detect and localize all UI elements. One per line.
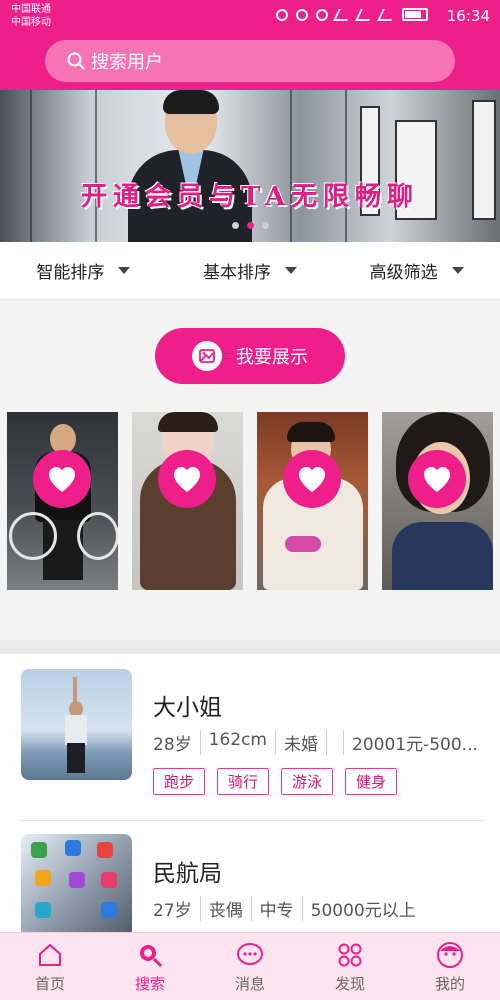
user-income: 20001元-500... bbox=[343, 730, 483, 755]
heart-icon bbox=[299, 467, 325, 492]
tab-label: 我的 bbox=[434, 975, 465, 993]
heart-icon bbox=[424, 467, 450, 492]
user-meta: 28岁 162cm 未婚 20001元-500... bbox=[153, 730, 483, 755]
status-icons bbox=[276, 8, 428, 21]
showcase-section: 我要展示 bbox=[0, 300, 500, 640]
chevron-down-icon bbox=[451, 267, 464, 274]
filter-advanced[interactable]: 高级筛选 bbox=[333, 242, 500, 299]
filter-bar: 智能排序 基本排序 高级筛选 bbox=[0, 242, 500, 300]
tag: 游泳 bbox=[281, 768, 334, 795]
search-icon bbox=[67, 52, 85, 70]
tab-messages[interactable]: 消息 bbox=[200, 933, 300, 1000]
wifi-icon bbox=[333, 8, 353, 21]
signal-4g-icon bbox=[377, 8, 397, 21]
chevron-down-icon bbox=[285, 267, 297, 274]
filter-label: 智能排序 bbox=[36, 263, 105, 283]
status-bar: 中国联通 中国移动 16:34 bbox=[0, 0, 500, 34]
user-tags: 跑步 骑行 游泳 健身 bbox=[153, 768, 398, 795]
carrier-name-1: 中国联通 bbox=[11, 4, 51, 15]
user-name: 大小姐 bbox=[153, 695, 222, 721]
eye-icon bbox=[316, 8, 328, 21]
user-avatar bbox=[21, 669, 132, 780]
vibrate-icon bbox=[276, 8, 288, 21]
profile-icon bbox=[436, 941, 464, 969]
user-education: 中专 bbox=[250, 896, 302, 921]
carrier-name-2: 中国移动 bbox=[11, 17, 51, 28]
tab-home[interactable]: 首页 bbox=[0, 933, 100, 1000]
list-item[interactable]: 大小姐 28岁 162cm 未婚 20001元-500... 跑步 骑行 游泳 … bbox=[0, 654, 500, 824]
promo-banner[interactable] bbox=[0, 90, 500, 242]
section-divider bbox=[0, 640, 500, 654]
user-height: 162cm bbox=[199, 730, 275, 755]
user-name: 民航局 bbox=[153, 861, 222, 887]
show-button-label: 我要展示 bbox=[236, 347, 308, 368]
tab-label: 消息 bbox=[234, 975, 265, 993]
heart-icon bbox=[174, 467, 200, 492]
user-meta: 27岁 丧偶 中专 50000元以上 bbox=[153, 896, 483, 921]
like-button[interactable] bbox=[283, 450, 341, 508]
search-input[interactable]: 搜索用户 bbox=[45, 40, 455, 82]
user-extra bbox=[326, 730, 343, 755]
filter-label: 高级筛选 bbox=[369, 263, 438, 283]
clock: 16:34 bbox=[446, 7, 490, 25]
user-list: 大小姐 28岁 162cm 未婚 20001元-500... 跑步 骑行 游泳 … bbox=[0, 654, 500, 932]
alarm-icon bbox=[296, 8, 308, 21]
user-income: 50000元以上 bbox=[301, 896, 424, 921]
like-button[interactable] bbox=[408, 450, 466, 508]
signal-icon bbox=[355, 8, 375, 21]
banner-pagination bbox=[232, 222, 269, 229]
user-age: 27岁 bbox=[153, 901, 192, 921]
battery-icon bbox=[402, 8, 428, 21]
tab-label: 搜索 bbox=[134, 975, 165, 993]
like-button[interactable] bbox=[33, 450, 91, 508]
tag: 健身 bbox=[345, 768, 398, 795]
list-item[interactable]: 民航局 27岁 丧偶 中专 50000元以上 bbox=[0, 820, 500, 932]
filter-label: 基本排序 bbox=[203, 263, 271, 283]
tab-profile[interactable]: 我的 bbox=[400, 933, 500, 1000]
filter-basic-sort[interactable]: 基本排序 bbox=[167, 242, 334, 299]
filter-smart-sort[interactable]: 智能排序 bbox=[0, 242, 167, 299]
search-icon bbox=[136, 941, 164, 969]
tab-label: 发现 bbox=[334, 975, 365, 993]
show-myself-button[interactable]: 我要展示 bbox=[155, 328, 345, 384]
heart-icon bbox=[49, 467, 75, 492]
user-marital: 丧偶 bbox=[199, 896, 251, 921]
pagination-dot bbox=[262, 222, 269, 229]
user-marital: 未婚 bbox=[275, 730, 326, 755]
app-header: 中国联通 中国移动 16:34 搜索用户 bbox=[0, 0, 500, 90]
pagination-dot-active bbox=[247, 222, 254, 229]
like-button[interactable] bbox=[158, 450, 216, 508]
user-age: 28岁 bbox=[153, 735, 192, 755]
chat-icon bbox=[236, 941, 264, 969]
chevron-down-icon bbox=[118, 267, 131, 274]
search-placeholder: 搜索用户 bbox=[91, 52, 163, 73]
pagination-dot bbox=[232, 222, 239, 229]
bottom-nav: 首页 搜索 消息 发现 我的 bbox=[0, 932, 500, 1000]
banner-model-image bbox=[120, 90, 260, 242]
tab-discover[interactable]: 发现 bbox=[300, 933, 400, 1000]
home-icon bbox=[36, 941, 64, 969]
image-icon bbox=[192, 341, 222, 371]
tag: 骑行 bbox=[217, 768, 270, 795]
carrier-info: 中国联通 中国移动 bbox=[11, 3, 51, 29]
user-avatar bbox=[21, 834, 132, 932]
tab-search[interactable]: 搜索 bbox=[100, 933, 200, 1000]
tab-label: 首页 bbox=[34, 975, 65, 993]
banner-text: 开通会员与TA无限畅聊 bbox=[80, 182, 420, 212]
tag: 跑步 bbox=[153, 768, 206, 795]
discover-icon bbox=[336, 941, 364, 969]
